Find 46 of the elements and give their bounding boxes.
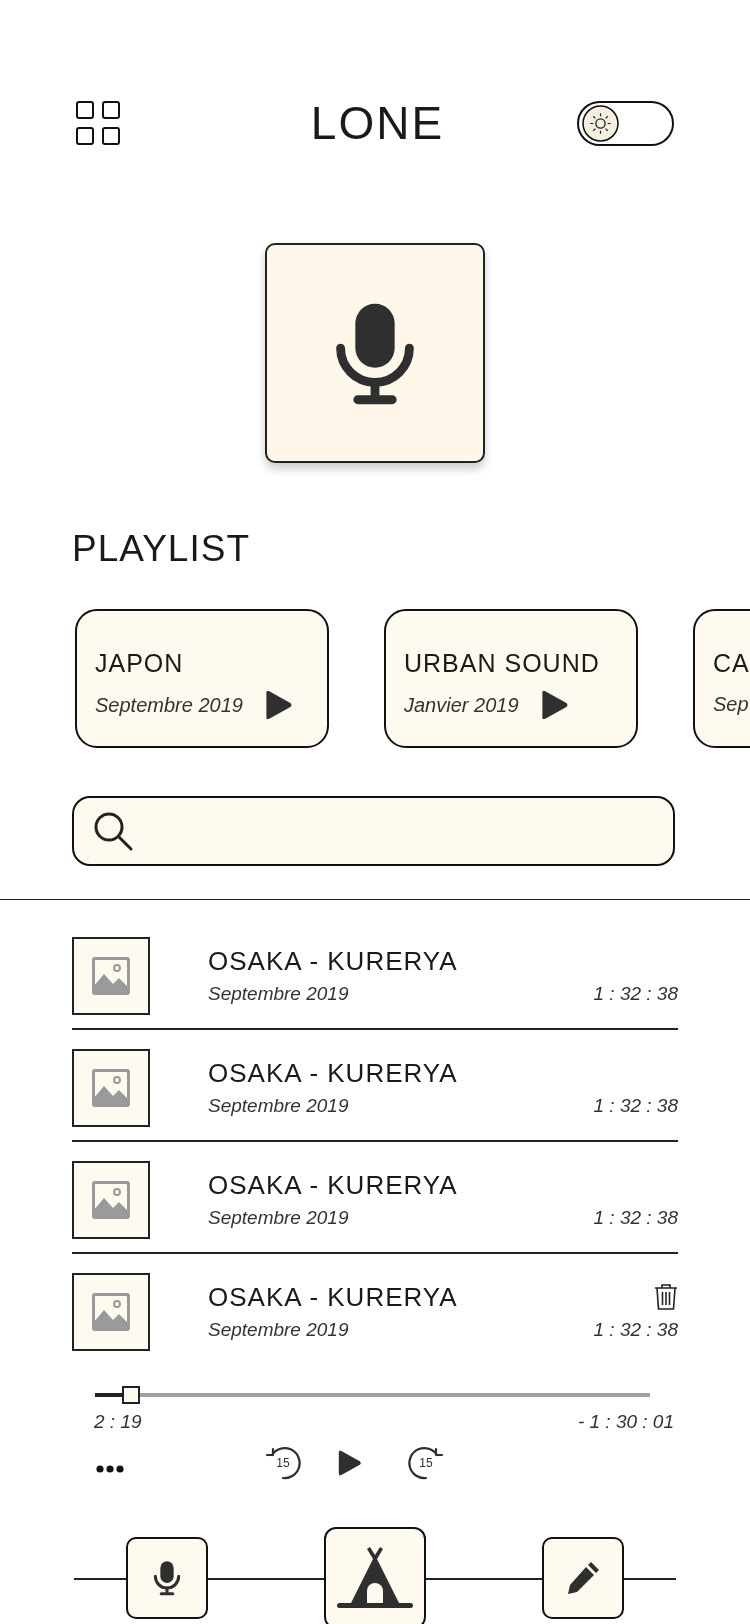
track-duration: 1 : 32 : 38 bbox=[593, 1205, 678, 1230]
nav-button[interactable] bbox=[542, 1536, 624, 1619]
tent-icon bbox=[337, 1544, 413, 1611]
record-button[interactable] bbox=[265, 243, 485, 463]
track-duration: 1 : 32 : 38 bbox=[593, 981, 678, 1006]
search-icon bbox=[92, 810, 134, 852]
playlist-heading: PLAYLIST bbox=[72, 530, 251, 567]
image-icon bbox=[91, 1292, 131, 1332]
theme-toggle[interactable] bbox=[577, 100, 674, 146]
track-title: OSAKA - KURERYA bbox=[208, 1281, 458, 1312]
track-date: Septembre 2019 bbox=[208, 981, 349, 1006]
playlist-card[interactable]: CA Sep bbox=[693, 609, 750, 748]
track-title: OSAKA - KURERYA bbox=[208, 945, 458, 976]
nav-button[interactable] bbox=[126, 1536, 208, 1619]
playlist-date: Sep bbox=[713, 692, 749, 717]
playlist-card[interactable]: JAPON Septembre 2019 bbox=[75, 609, 329, 748]
elapsed-time: 2 : 19 bbox=[94, 1410, 142, 1434]
image-icon bbox=[91, 956, 131, 996]
more-icon[interactable] bbox=[95, 1463, 125, 1474]
nav-button[interactable] bbox=[324, 1526, 426, 1624]
trash-icon[interactable] bbox=[654, 1282, 678, 1311]
playlist-title: URBAN SOUND bbox=[404, 649, 601, 677]
grid-menu-icon[interactable] bbox=[76, 101, 120, 145]
track-date: Septembre 2019 bbox=[208, 1093, 349, 1118]
track-title: OSAKA - KURERYA bbox=[208, 1057, 458, 1088]
slider-thumb[interactable] bbox=[122, 1386, 141, 1404]
skip-forward-button[interactable]: 15 bbox=[406, 1442, 446, 1483]
playlist-card[interactable]: URBAN SOUND Janvier 2019 bbox=[384, 609, 638, 748]
track-title: OSAKA - KURERYA bbox=[208, 1169, 458, 1200]
track-duration: 1 : 32 : 38 bbox=[593, 1093, 678, 1118]
image-icon bbox=[91, 1180, 131, 1220]
image-icon bbox=[91, 1068, 131, 1108]
skip-back-button[interactable]: 15 bbox=[263, 1442, 303, 1483]
track-date: Septembre 2019 bbox=[208, 1205, 349, 1230]
remaining-time: - 1 : 30 : 01 bbox=[577, 1410, 674, 1434]
track-date: Septembre 2019 bbox=[208, 1317, 349, 1342]
progress-slider[interactable] bbox=[95, 1386, 650, 1404]
playlist-title: CA bbox=[713, 649, 750, 677]
search-field[interactable] bbox=[72, 796, 675, 866]
play-icon[interactable] bbox=[336, 1448, 362, 1477]
playlist-date: Septembre 2019 bbox=[95, 693, 243, 718]
track-duration: 1 : 32 : 38 bbox=[593, 1317, 678, 1342]
playlist-title: JAPON bbox=[95, 649, 185, 677]
playlist-date: Janvier 2019 bbox=[404, 693, 519, 718]
sun-icon bbox=[582, 104, 619, 142]
app-title: LONE bbox=[310, 100, 445, 146]
